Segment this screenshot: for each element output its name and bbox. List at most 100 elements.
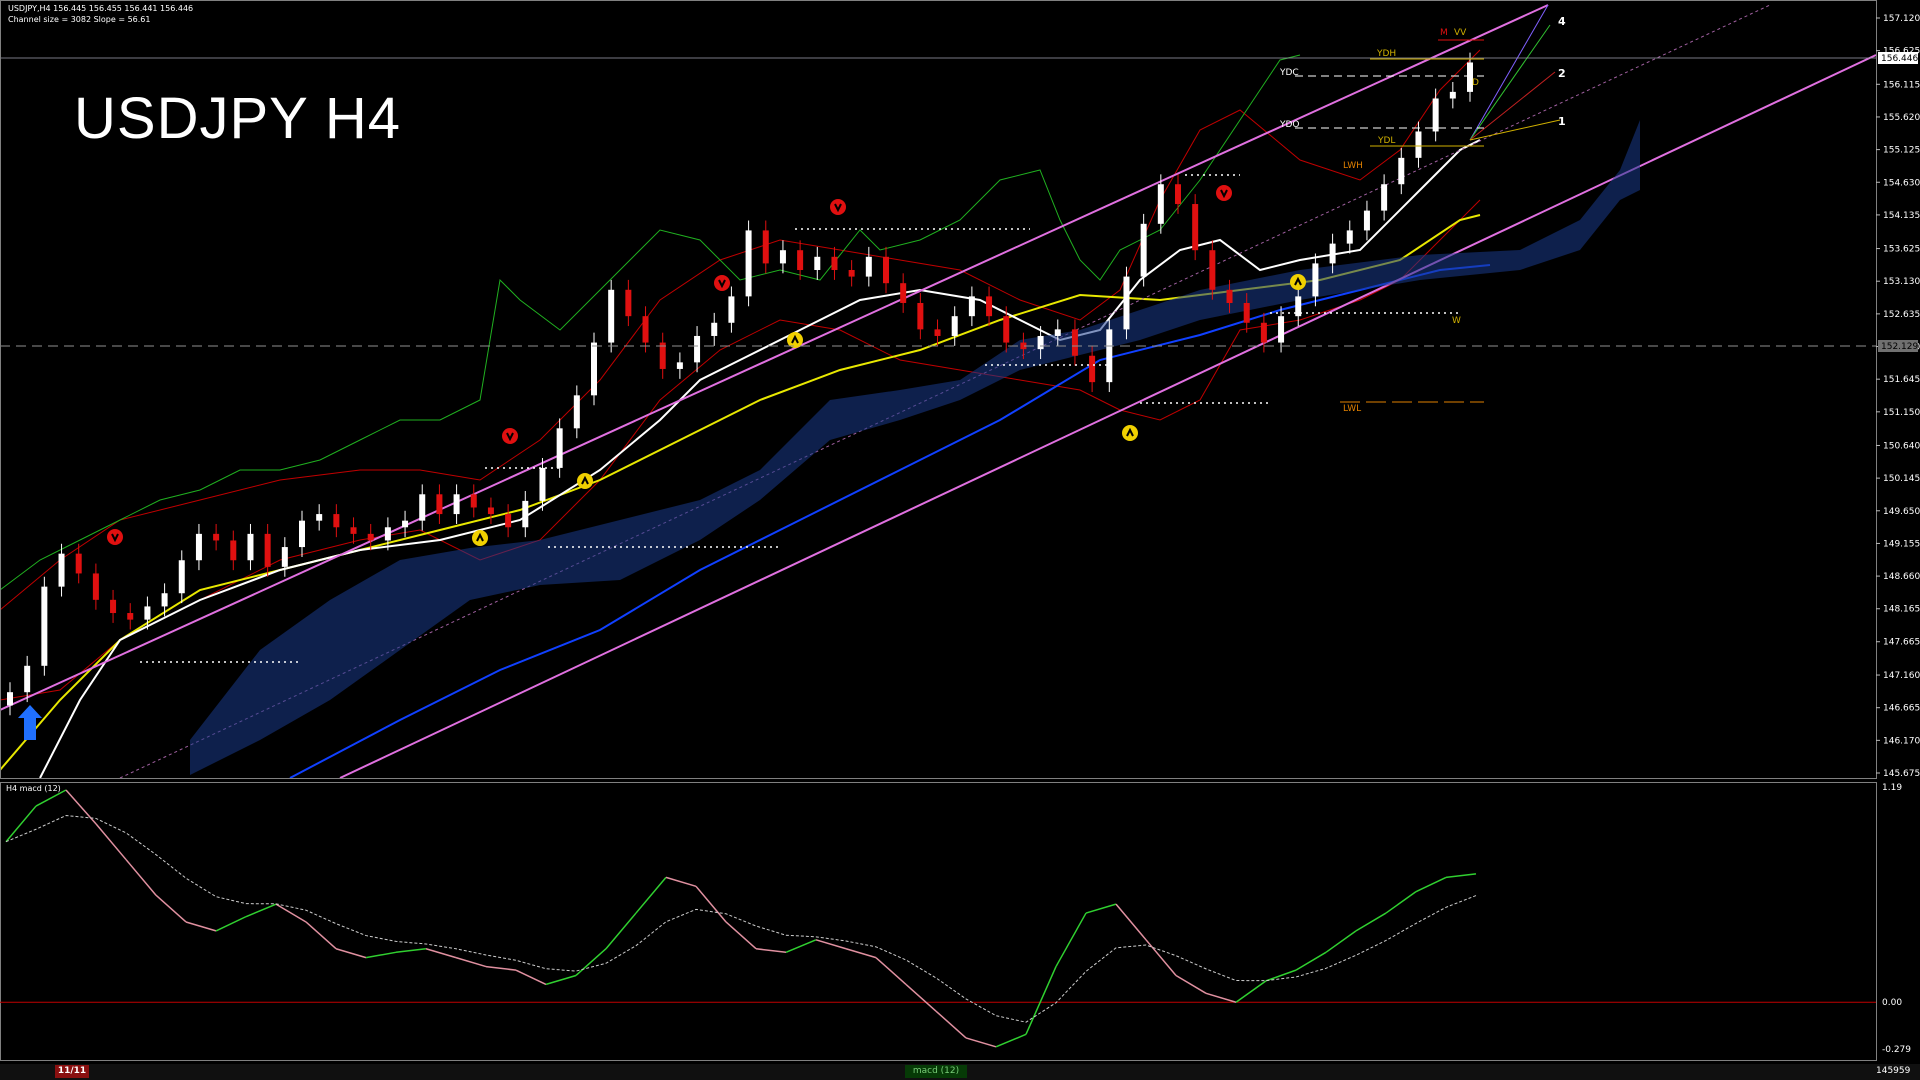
candle-body [350, 527, 357, 534]
symbol-quote: USDJPY,H4 156.445 156.455 156.441 156.44… [8, 4, 194, 13]
candle-body [419, 494, 426, 521]
candle-body [58, 553, 65, 587]
candle-body [1432, 98, 1439, 132]
projection-2 [1469, 71, 1556, 141]
price-tick-label: 146.170 [1883, 736, 1920, 746]
macd-segment [545, 974, 577, 986]
projection-4b [1469, 24, 1551, 141]
candle-body [1243, 302, 1250, 323]
macd-segment [305, 921, 337, 950]
chart-title: USDJPY H4 [74, 86, 402, 151]
macd-segment [1325, 930, 1357, 953]
macd-segment [1025, 966, 1057, 1035]
macd-segment [695, 885, 727, 923]
macd-segment [725, 921, 757, 950]
macd-signal-line [5, 814, 1477, 1023]
price-tick-label: 152.635 [1883, 310, 1920, 320]
candle-body [24, 665, 31, 693]
level-label: M [1440, 28, 1448, 38]
price-tick-label: 154.630 [1883, 178, 1920, 188]
candle-body [333, 514, 340, 528]
candle-body [1140, 223, 1147, 277]
candle-body [402, 520, 409, 528]
candle-body [917, 302, 924, 330]
candle-body [384, 527, 391, 541]
macd-segment [965, 1037, 997, 1048]
candle-body [711, 322, 718, 336]
macd-segment [1175, 974, 1207, 994]
candle-body [556, 428, 563, 468]
candle-body [676, 362, 683, 369]
price-tick-label: 155.620 [1883, 113, 1920, 123]
candle-body [7, 692, 13, 706]
fractal-down-icon [714, 275, 730, 291]
level-label: LWL [1343, 404, 1361, 414]
candle-body [1398, 157, 1405, 185]
price-tick-label: 150.640 [1883, 441, 1920, 451]
macd-segment [665, 876, 697, 888]
candle-body [247, 533, 254, 561]
candle-body [453, 494, 460, 515]
candle-body [659, 342, 666, 369]
level-label: D [1472, 78, 1479, 88]
candle-body [1363, 210, 1370, 231]
candle-body [779, 250, 786, 264]
macd-segment [1295, 951, 1327, 971]
price-tick-label: 155.125 [1883, 146, 1920, 156]
macd-segment [755, 947, 787, 954]
candle-body [110, 599, 117, 614]
candle-body [213, 533, 220, 541]
price-tick-label: 156.115 [1883, 80, 1920, 90]
candle-body [1106, 329, 1113, 383]
candle-body [505, 514, 512, 528]
macd-subwindow-label: H4 macd (12) [6, 784, 61, 793]
macd-segment [905, 983, 937, 1012]
bottom-number: 145959 [1876, 1066, 1911, 1076]
fractal-down-icon [830, 199, 846, 215]
macd-segment [1055, 912, 1087, 967]
candle-body [728, 296, 735, 323]
level-label: YDL [1377, 136, 1395, 146]
candle-body [75, 553, 82, 574]
projection-1 [1469, 119, 1561, 141]
ichimoku-cloud [190, 120, 1640, 775]
candle-body [264, 533, 271, 567]
candle-body [127, 613, 134, 620]
price-tick-label: 149.650 [1883, 507, 1920, 517]
candle-body [1415, 131, 1422, 158]
macd-segment [1235, 980, 1267, 1003]
candle-body [1278, 316, 1285, 343]
macd-segment [635, 876, 667, 914]
candle-body [539, 467, 546, 501]
fractal-up-icon [472, 530, 488, 546]
price-tick-label: 151.645 [1883, 375, 1920, 385]
candle-body [1054, 329, 1061, 336]
macd-segment [485, 965, 517, 971]
date-marker[interactable]: 11/11 [55, 1065, 89, 1078]
macd-segment [875, 957, 907, 985]
candle-body [848, 269, 855, 277]
macd-segment [395, 947, 427, 954]
candle-body [299, 520, 305, 548]
projection-4a [1469, 4, 1549, 141]
macd-segment [515, 969, 547, 986]
channel-number: 2 [1558, 67, 1566, 80]
candle-body [745, 230, 752, 297]
channel-info: Channel size = 3082 Slope = 56.61 [8, 15, 151, 24]
candle-body [625, 289, 632, 317]
candle-body [161, 593, 168, 607]
macd-segment [845, 948, 877, 959]
macd-segment [455, 956, 487, 968]
macd-axis-label: -0.279 [1882, 1045, 1911, 1055]
candle-body [92, 573, 99, 600]
candle-body [968, 296, 975, 317]
macd-segment [5, 805, 37, 843]
macd-tab[interactable]: macd (12) [905, 1065, 967, 1078]
macd-segment [1145, 939, 1177, 976]
level-label: YDH [1376, 49, 1396, 59]
candle-body [797, 250, 804, 270]
candle-body [436, 494, 443, 515]
candle-body [1175, 184, 1181, 205]
chart-canvas[interactable]: YDHYDCYDOYDLLWHLWLMWDVV421 157.120156.62… [0, 0, 1920, 1080]
price-tick-label: 148.165 [1883, 605, 1920, 615]
